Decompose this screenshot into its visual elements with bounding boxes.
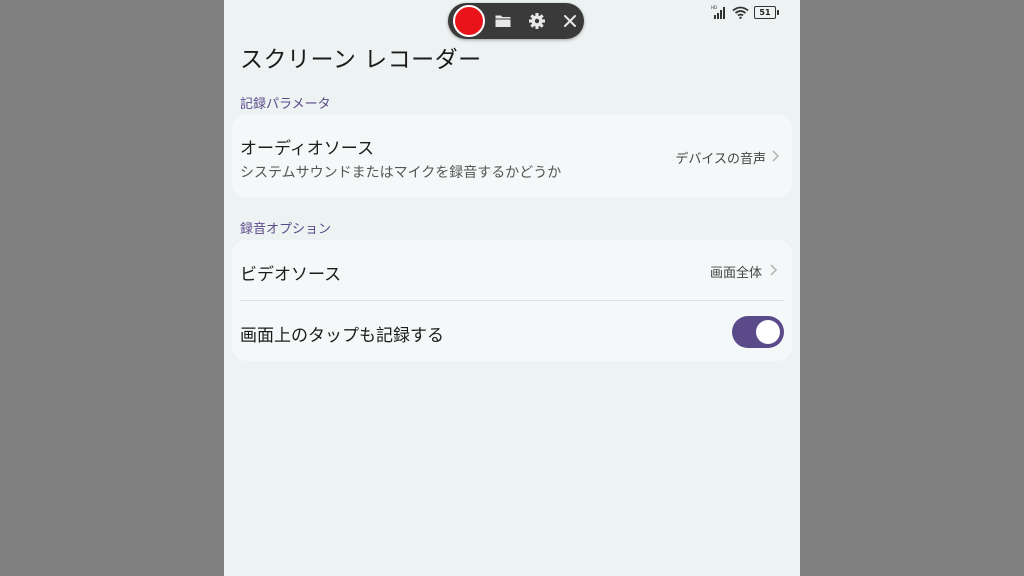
row-title: 画面上のタップも記録する (240, 326, 444, 346)
record-taps-toggle[interactable] (732, 316, 784, 348)
close-icon[interactable] (561, 12, 579, 30)
recorder-toolbar (448, 3, 584, 39)
row-value: 画面全体 (709, 266, 762, 281)
row-title: オーディオソース (240, 139, 374, 159)
section-label-recording-options: 録音オプション (240, 222, 332, 237)
chevron-right-icon (768, 263, 778, 277)
battery-level: 51 (759, 7, 771, 17)
row-record-taps[interactable]: 画面上のタップも記録する (232, 301, 792, 361)
status-bar: HD 51 (711, 4, 779, 20)
wifi-icon (732, 6, 749, 19)
toggle-knob (756, 320, 780, 344)
section-label-recording-params: 記録パラメータ (240, 97, 331, 112)
record-button[interactable] (453, 5, 485, 37)
gear-icon[interactable] (528, 12, 546, 30)
battery-icon: 51 (754, 5, 779, 19)
row-audio-source[interactable]: オーディオソース システムサウンドまたはマイクを録音するかどうか デバイスの音声 (232, 114, 792, 198)
row-title: ビデオソース (240, 265, 342, 285)
signal-icon: HD (711, 5, 727, 19)
card-recording-options: ビデオソース 画面全体 画面上のタップも記録する (232, 240, 792, 361)
folder-icon[interactable] (494, 12, 512, 30)
row-video-source[interactable]: ビデオソース 画面全体 (232, 240, 792, 300)
chevron-right-icon (770, 149, 780, 163)
row-subtitle: システムサウンドまたはマイクを録音するかどうか (240, 165, 562, 181)
page-title: スクリーン レコーダー (240, 47, 482, 73)
card-recording-params: オーディオソース システムサウンドまたはマイクを録音するかどうか デバイスの音声 (232, 114, 792, 198)
network-type-label: HD (711, 5, 717, 10)
row-value: デバイスの音声 (675, 152, 766, 167)
phone-screen: HD 51 スクリーン レコーダー 記録パラメータ オーディオソース システムサ… (224, 0, 800, 576)
